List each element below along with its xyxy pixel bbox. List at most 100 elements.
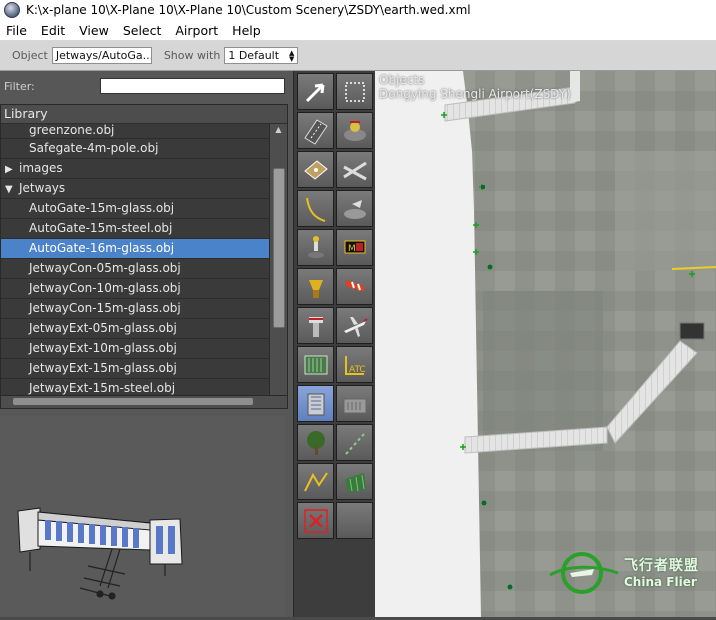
scroll-thumb[interactable]	[273, 168, 285, 328]
watermark-text: 飞行者联盟 China Flier	[624, 555, 699, 589]
list-item[interactable]: JetwayCon-15m-glass.obj	[1, 299, 269, 319]
object-label: Object	[12, 49, 48, 62]
marquee-select-icon	[344, 81, 365, 102]
object-field[interactable]: Jetways/AutoGa...	[51, 47, 152, 64]
china-flier-logo-icon	[549, 552, 619, 594]
tool-line[interactable]	[297, 463, 334, 500]
library-horizontal-scrollbar[interactable]	[1, 395, 287, 408]
show-with-select[interactable]: 1 Default ▲ ▼	[224, 47, 299, 64]
airport-beacon-icon	[308, 279, 323, 298]
boundary-icon	[304, 355, 327, 374]
list-item[interactable]: JetwayExt-15m-glass.obj	[1, 359, 269, 379]
menu-bar: File Edit View Select Airport Help	[0, 20, 716, 41]
title-bar: K:\x-plane 10\X-Plane 10\X-Plane 10\Cust…	[0, 0, 716, 20]
tool-taxi-sign[interactable]: M	[336, 229, 373, 266]
list-item-selected[interactable]: AutoGate-16m-glass.obj	[1, 239, 269, 259]
library-browser: Library greenzone.obj Safegate-4m-pole.o…	[0, 104, 288, 409]
tool-boundary[interactable]	[297, 346, 334, 383]
window-title: K:\x-plane 10\X-Plane 10\X-Plane 10\Cust…	[26, 3, 471, 17]
watermark-cn: 飞行者联盟	[624, 558, 699, 574]
taxiway-lines-icon	[342, 161, 367, 180]
map-canvas[interactable]	[375, 71, 716, 617]
menu-file[interactable]: File	[0, 23, 34, 38]
tool-tower-viewpoint[interactable]	[297, 307, 334, 344]
menu-edit[interactable]: Edit	[34, 23, 72, 38]
list-item-folder[interactable]: ▼ Jetways	[1, 179, 269, 199]
updown-arrows-icon: ▲ ▼	[288, 48, 295, 63]
menu-view[interactable]: View	[72, 23, 116, 38]
tool-atc[interactable]: ATC	[336, 346, 373, 383]
filter-input[interactable]	[100, 78, 285, 94]
list-item[interactable]: JetwayCon-05m-glass.obj	[1, 259, 269, 279]
tool-windsock[interactable]	[336, 268, 373, 305]
list-item[interactable]: JetwayExt-10m-glass.obj	[1, 339, 269, 359]
menu-select[interactable]: Select	[116, 23, 169, 38]
map-overlay: Objects Dongying Shengli Airport(ZSDY)	[379, 73, 571, 101]
list-item[interactable]: JetwayExt-15m-steel.obj	[1, 379, 269, 396]
map-view[interactable]: Objects Dongying Shengli Airport(ZSDY)	[375, 71, 716, 617]
list-item[interactable]: JetwayCon-10m-glass.obj	[1, 279, 269, 299]
tool-facade[interactable]	[336, 385, 373, 422]
list-item[interactable]: AutoGate-15m-steel.obj	[1, 219, 269, 239]
app-logo-icon	[4, 2, 20, 18]
tool-palette: M ATC	[293, 71, 376, 617]
list-item[interactable]: JetwayExt-05m-glass.obj	[1, 319, 269, 339]
menu-help[interactable]: Help	[225, 23, 268, 38]
tool-light-fixture[interactable]	[297, 229, 334, 266]
runway-icon	[303, 118, 328, 145]
show-with-label: Show with	[163, 49, 221, 62]
tool-ramp-start[interactable]	[336, 190, 373, 227]
ramp-start-icon	[343, 199, 366, 219]
tool-polygon[interactable]	[336, 463, 373, 500]
triangle-down-icon[interactable]: ▼	[5, 180, 19, 199]
tool-exclusion-zone[interactable]	[297, 502, 334, 539]
list-item[interactable]: greenzone.obj	[1, 124, 269, 139]
scroll-thumb[interactable]	[13, 398, 253, 405]
object-preview	[0, 416, 286, 617]
tool-taxiway-lines[interactable]	[336, 151, 373, 188]
jetway-preview-icon	[17, 507, 183, 600]
menu-airport[interactable]: Airport	[168, 23, 225, 38]
show-with-value: 1 Default	[228, 49, 280, 62]
string-icon	[344, 432, 365, 455]
taxi-route-icon	[305, 197, 325, 222]
aircraft-icon	[343, 316, 368, 337]
list-item[interactable]: Safegate-4m-pole.obj	[1, 139, 269, 159]
forest-icon	[306, 430, 325, 455]
pavement-icon	[303, 159, 328, 180]
library-list: greenzone.obj Safegate-4m-pole.obj ▶ imag…	[1, 124, 269, 396]
tool-marquee[interactable]	[336, 73, 373, 110]
list-item[interactable]: AutoGate-15m-glass.obj	[1, 199, 269, 219]
library-panel: Filter: Library greenzone.obj Safegate-4…	[0, 71, 293, 617]
tool-string[interactable]	[336, 424, 373, 461]
library-vertical-scrollbar[interactable]: ▲	[269, 124, 287, 396]
tool-pavement[interactable]	[297, 151, 334, 188]
svg-text:ATC: ATC	[349, 365, 366, 375]
svg-text:M: M	[348, 244, 356, 254]
tool-runway[interactable]	[297, 112, 334, 149]
library-header: Library	[1, 105, 287, 124]
list-item-folder[interactable]: ▶ images	[1, 159, 269, 179]
watermark: 飞行者联盟 China Flier	[548, 542, 716, 602]
polygon-icon	[344, 472, 366, 493]
tool-pointer[interactable]	[297, 73, 334, 110]
filter-row: Filter:	[0, 73, 293, 99]
tool-grid: M ATC	[297, 73, 373, 539]
taxi-sign-icon: M	[344, 240, 365, 254]
exclusion-zone-icon	[303, 508, 328, 533]
facade-icon	[343, 398, 366, 413]
tool-helipad[interactable]	[336, 112, 373, 149]
empty-slot-icon	[340, 506, 370, 536]
tool-forest[interactable]	[297, 424, 334, 461]
tool-object[interactable]	[297, 385, 334, 422]
watermark-en: China Flier	[624, 575, 697, 589]
tool-beacon[interactable]	[297, 268, 334, 305]
light-fixture-icon	[307, 235, 324, 258]
tool-taxi-route[interactable]	[297, 190, 334, 227]
tool-aircraft[interactable]	[336, 307, 373, 344]
current-tool-name: Objects	[379, 73, 425, 87]
tool-empty-slot	[336, 502, 373, 539]
object-icon	[307, 393, 324, 415]
scroll-up-icon[interactable]: ▲	[270, 124, 287, 136]
triangle-right-icon[interactable]: ▶	[5, 160, 19, 179]
